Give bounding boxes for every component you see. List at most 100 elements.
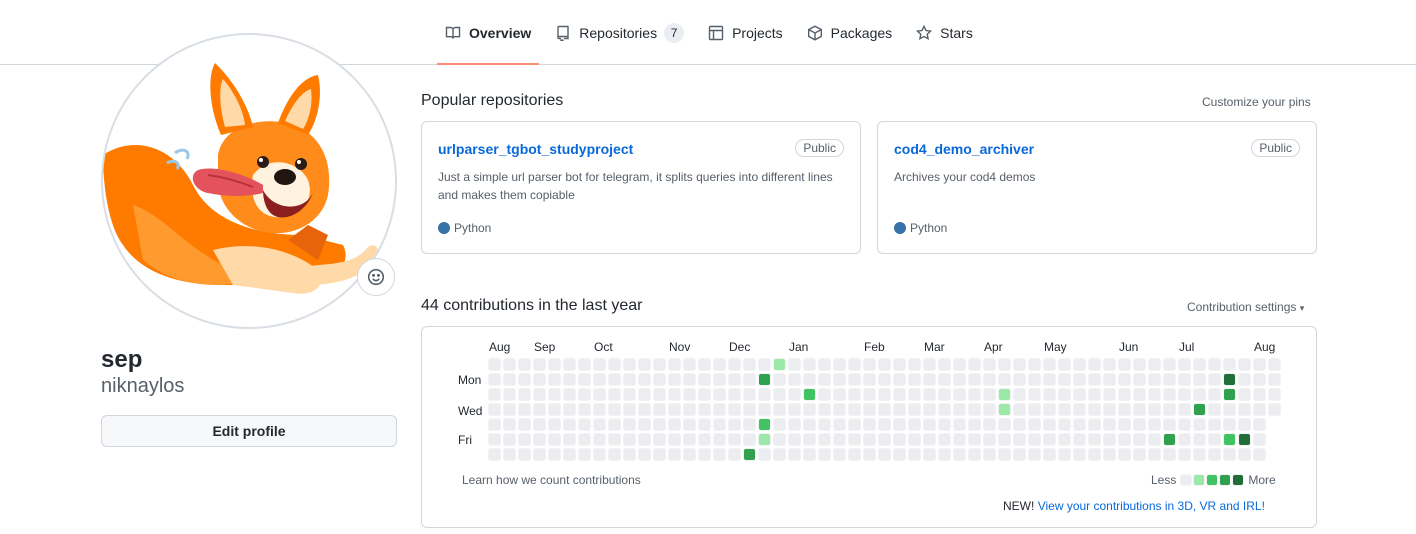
contribution-day[interactable] xyxy=(1148,358,1161,371)
contribution-day[interactable] xyxy=(518,448,531,461)
contribution-day[interactable] xyxy=(1223,403,1236,416)
contribution-day[interactable] xyxy=(1208,388,1221,401)
contribution-day[interactable] xyxy=(893,403,906,416)
contribution-day[interactable] xyxy=(1238,358,1251,371)
contribution-day[interactable] xyxy=(1133,418,1146,431)
repo-link[interactable]: urlparser_tgbot_studyproject xyxy=(438,141,633,157)
contribution-day[interactable] xyxy=(1013,418,1026,431)
contribution-day[interactable] xyxy=(938,433,951,446)
contribution-day[interactable] xyxy=(788,448,801,461)
contribution-day[interactable] xyxy=(1148,448,1161,461)
customize-pins-link[interactable]: Customize your pins xyxy=(1202,95,1311,109)
contribution-day[interactable] xyxy=(848,388,861,401)
contribution-day[interactable] xyxy=(908,448,921,461)
contribution-day[interactable] xyxy=(533,358,546,371)
contribution-day[interactable] xyxy=(1043,358,1056,371)
contribution-day[interactable] xyxy=(1073,358,1086,371)
contribution-day[interactable] xyxy=(743,358,756,371)
contribution-day[interactable] xyxy=(1118,448,1131,461)
contribution-day[interactable] xyxy=(1238,373,1251,386)
contribution-day[interactable] xyxy=(1163,358,1176,371)
contribution-day[interactable] xyxy=(923,448,936,461)
contribution-day[interactable] xyxy=(728,448,741,461)
contribution-day[interactable] xyxy=(1058,433,1071,446)
contribution-day[interactable] xyxy=(623,418,636,431)
contribution-day[interactable] xyxy=(578,388,591,401)
contribution-day[interactable] xyxy=(863,448,876,461)
contribution-day[interactable] xyxy=(1028,373,1041,386)
contribution-day[interactable] xyxy=(1148,403,1161,416)
contribution-day[interactable] xyxy=(488,433,501,446)
set-status-button[interactable] xyxy=(357,258,395,296)
contribution-day[interactable] xyxy=(803,418,816,431)
contribution-day[interactable] xyxy=(1088,388,1101,401)
contribution-day[interactable] xyxy=(668,373,681,386)
contribution-day[interactable] xyxy=(1073,433,1086,446)
contribution-day[interactable] xyxy=(833,448,846,461)
contribution-day[interactable] xyxy=(863,418,876,431)
contribution-day[interactable] xyxy=(683,373,696,386)
contribution-day[interactable] xyxy=(998,358,1011,371)
contribution-day[interactable] xyxy=(1118,433,1131,446)
contribution-day[interactable] xyxy=(1223,373,1236,386)
contribution-day[interactable] xyxy=(1178,373,1191,386)
contribution-day[interactable] xyxy=(1193,358,1206,371)
contribution-day[interactable] xyxy=(893,358,906,371)
contribution-day[interactable] xyxy=(758,433,771,446)
contribution-day[interactable] xyxy=(683,358,696,371)
contribution-day[interactable] xyxy=(593,388,606,401)
contribution-day[interactable] xyxy=(818,448,831,461)
contribution-day[interactable] xyxy=(608,403,621,416)
contribution-day[interactable] xyxy=(788,373,801,386)
contribution-day[interactable] xyxy=(803,433,816,446)
contribution-day[interactable] xyxy=(1253,433,1266,446)
contribution-day[interactable] xyxy=(848,403,861,416)
contribution-day[interactable] xyxy=(533,448,546,461)
contribution-day[interactable] xyxy=(833,373,846,386)
contribution-day[interactable] xyxy=(548,433,561,446)
contribution-day[interactable] xyxy=(1268,403,1281,416)
contribution-day[interactable] xyxy=(743,373,756,386)
contribution-day[interactable] xyxy=(743,403,756,416)
contribution-day[interactable] xyxy=(1058,403,1071,416)
contribution-day[interactable] xyxy=(503,388,516,401)
contribution-day[interactable] xyxy=(1193,388,1206,401)
contribution-day[interactable] xyxy=(623,403,636,416)
contribution-day[interactable] xyxy=(773,388,786,401)
contribution-day[interactable] xyxy=(1118,358,1131,371)
contribution-day[interactable] xyxy=(488,448,501,461)
contribution-day[interactable] xyxy=(698,358,711,371)
contribution-day[interactable] xyxy=(713,448,726,461)
contribution-day[interactable] xyxy=(653,403,666,416)
contribution-day[interactable] xyxy=(563,418,576,431)
contribution-day[interactable] xyxy=(788,433,801,446)
contribution-day[interactable] xyxy=(653,418,666,431)
contribution-day[interactable] xyxy=(758,373,771,386)
contribution-day[interactable] xyxy=(608,448,621,461)
contribution-day[interactable] xyxy=(548,418,561,431)
contribution-day[interactable] xyxy=(878,358,891,371)
contribution-day[interactable] xyxy=(743,448,756,461)
contribution-day[interactable] xyxy=(1058,448,1071,461)
contribution-day[interactable] xyxy=(1193,418,1206,431)
contribution-day[interactable] xyxy=(1223,433,1236,446)
contribution-day[interactable] xyxy=(878,448,891,461)
contribution-day[interactable] xyxy=(533,373,546,386)
contribution-day[interactable] xyxy=(848,418,861,431)
contribution-day[interactable] xyxy=(578,418,591,431)
contribution-day[interactable] xyxy=(668,433,681,446)
contribution-day[interactable] xyxy=(1148,373,1161,386)
contribution-day[interactable] xyxy=(713,388,726,401)
contribution-day[interactable] xyxy=(638,388,651,401)
contribution-day[interactable] xyxy=(833,418,846,431)
contribution-day[interactable] xyxy=(503,448,516,461)
contribution-day[interactable] xyxy=(758,388,771,401)
contribution-day[interactable] xyxy=(1028,403,1041,416)
contribution-day[interactable] xyxy=(1148,418,1161,431)
contribution-day[interactable] xyxy=(503,358,516,371)
contribution-day[interactable] xyxy=(563,388,576,401)
contribution-day[interactable] xyxy=(713,373,726,386)
contribution-day[interactable] xyxy=(683,433,696,446)
tab-projects[interactable]: Projects xyxy=(700,0,791,65)
contribution-day[interactable] xyxy=(548,448,561,461)
